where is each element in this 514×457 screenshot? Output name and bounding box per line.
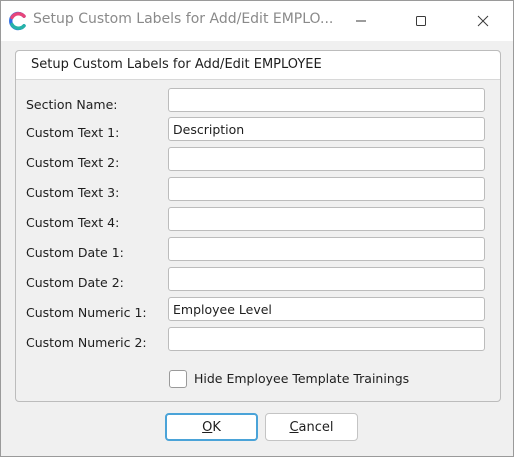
custom-labels-group: Setup Custom Labels for Add/Edit EMPLOYE… <box>15 50 501 402</box>
minimize-icon <box>356 20 366 22</box>
ok-button[interactable]: OK <box>165 413 258 441</box>
group-header: Setup Custom Labels for Add/Edit EMPLOYE… <box>16 51 500 80</box>
custom-date-2-input[interactable] <box>168 267 485 291</box>
custom-text-2-input[interactable] <box>168 147 485 171</box>
cancel-accelerator: C <box>289 419 299 435</box>
close-icon <box>477 15 489 27</box>
custom-date-1-input[interactable] <box>168 237 485 261</box>
hide-template-trainings-checkbox[interactable] <box>169 370 187 388</box>
minimize-button[interactable] <box>349 9 373 33</box>
custom-text-1-input[interactable] <box>168 117 485 141</box>
custom-numeric-1-label: Custom Numeric 1: <box>26 305 147 320</box>
custom-text-4-label: Custom Text 4: <box>26 215 120 230</box>
app-logo-icon <box>9 11 26 31</box>
group-title: Setup Custom Labels for Add/Edit EMPLOYE… <box>31 57 322 72</box>
close-button[interactable] <box>471 9 495 33</box>
custom-text-2-label: Custom Text 2: <box>26 155 120 170</box>
custom-numeric-2-label: Custom Numeric 2: <box>26 335 147 350</box>
custom-numeric-1-input[interactable] <box>168 297 485 321</box>
custom-date-2-label: Custom Date 2: <box>26 275 124 290</box>
maximize-button[interactable] <box>409 9 433 33</box>
title-bar[interactable]: Setup Custom Labels for Add/Edit EMPLO..… <box>1 1 513 41</box>
section-name-input[interactable] <box>168 88 485 112</box>
maximize-icon <box>416 16 426 26</box>
custom-text-3-label: Custom Text 3: <box>26 185 120 200</box>
ok-label-rest: K <box>212 419 221 435</box>
cancel-button[interactable]: Cancel <box>265 413 358 441</box>
window-title: Setup Custom Labels for Add/Edit EMPLO..… <box>33 11 334 27</box>
hide-template-trainings-label[interactable]: Hide Employee Template Trainings <box>194 371 409 386</box>
custom-date-1-label: Custom Date 1: <box>26 245 124 260</box>
section-name-label: Section Name: <box>26 97 118 112</box>
custom-text-1-label: Custom Text 1: <box>26 125 120 140</box>
custom-numeric-2-input[interactable] <box>168 327 485 351</box>
cancel-label-rest: ancel <box>298 419 334 435</box>
ok-accelerator: O <box>202 419 213 435</box>
custom-text-4-input[interactable] <box>168 207 485 231</box>
dialog-window: Setup Custom Labels for Add/Edit EMPLO..… <box>0 0 514 457</box>
custom-text-3-input[interactable] <box>168 177 485 201</box>
